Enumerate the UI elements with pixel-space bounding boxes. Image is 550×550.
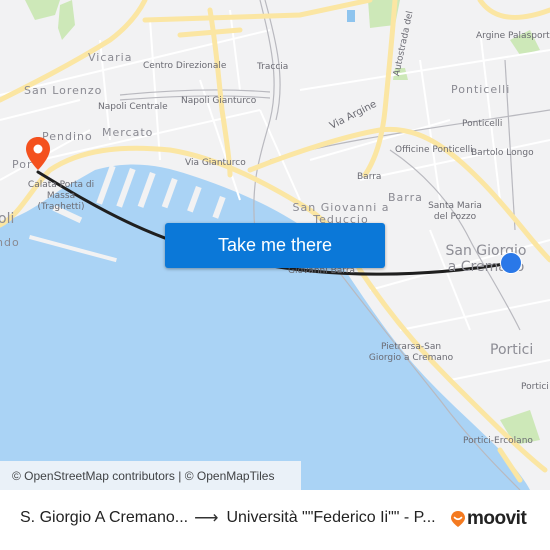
take-me-there-button[interactable]: Take me there [165, 223, 385, 268]
moovit-pin-icon [451, 511, 465, 527]
arrow-right-icon: ⟶ [194, 508, 219, 527]
origin-name: S. Giorgio A Cremano... [20, 509, 189, 526]
map-label-via-gianturco: Via Gianturco [185, 158, 246, 168]
map-label-centro-direzionale: Centro Direzionale [143, 61, 227, 71]
map-label-portici: Portici [490, 342, 534, 358]
destination-name: Università ""Federico Ii"" - P... [226, 509, 436, 526]
map-label-napoli-centrale: Napoli Centrale [98, 102, 168, 112]
map-label-chiaia-fragment: ndo [0, 236, 20, 249]
route-summary: S. Giorgio A Cremano... ⟶ Università ""F… [20, 508, 436, 528]
map-label-argine-palasport: Argine Palasport [476, 31, 550, 41]
destination-pin-icon[interactable] [25, 136, 51, 172]
map[interactable]: Vicaria Centro Direzionale Traccia Argin… [0, 0, 550, 490]
footer-bar: S. Giorgio A Cremano... ⟶ Università ""F… [0, 490, 550, 550]
map-label-pietrarsa: Pietrarsa-San Giorgio a Cremano [368, 342, 454, 363]
map-label-mercato: Mercato [102, 126, 154, 139]
map-label-ponticelli-station: Ponticelli [462, 119, 503, 129]
map-label-napoli-gianturco: Napoli Gianturco [181, 96, 257, 106]
attribution-text[interactable]: © OpenStreetMap contributors | © OpenMap… [12, 469, 274, 483]
map-label-portici-station: Portici V [521, 382, 550, 392]
map-label-san-lorenzo: San Lorenzo [24, 84, 103, 97]
origin-dot-icon[interactable] [500, 252, 522, 274]
map-label-calata-porta-di-massa: Calata Porta di Massa (Traghetti) [27, 180, 95, 212]
moovit-wordmark: moovit [467, 508, 527, 529]
pond [347, 10, 355, 22]
map-label-portici-ercolano: Portici-Ercolano [463, 436, 533, 446]
map-label-traccia: Traccia [257, 62, 289, 72]
map-label-bartolo-longo: Bartolo Longo [471, 148, 534, 158]
map-label-vicaria: Vicaria [88, 51, 133, 64]
map-label-barra-station: Barra [357, 172, 382, 182]
moovit-logo[interactable]: moovit [450, 508, 527, 530]
map-label-santa-maria-del-pozzo: Santa Maria del Pozzo [428, 201, 482, 222]
map-attribution: © OpenStreetMap contributors | © OpenMap… [0, 461, 301, 490]
map-label-officine-ponticelli: Officine Ponticelli [395, 145, 473, 155]
map-label-napoli: oli [0, 211, 15, 227]
map-label-ponticelli-district: Ponticelli [451, 83, 511, 96]
